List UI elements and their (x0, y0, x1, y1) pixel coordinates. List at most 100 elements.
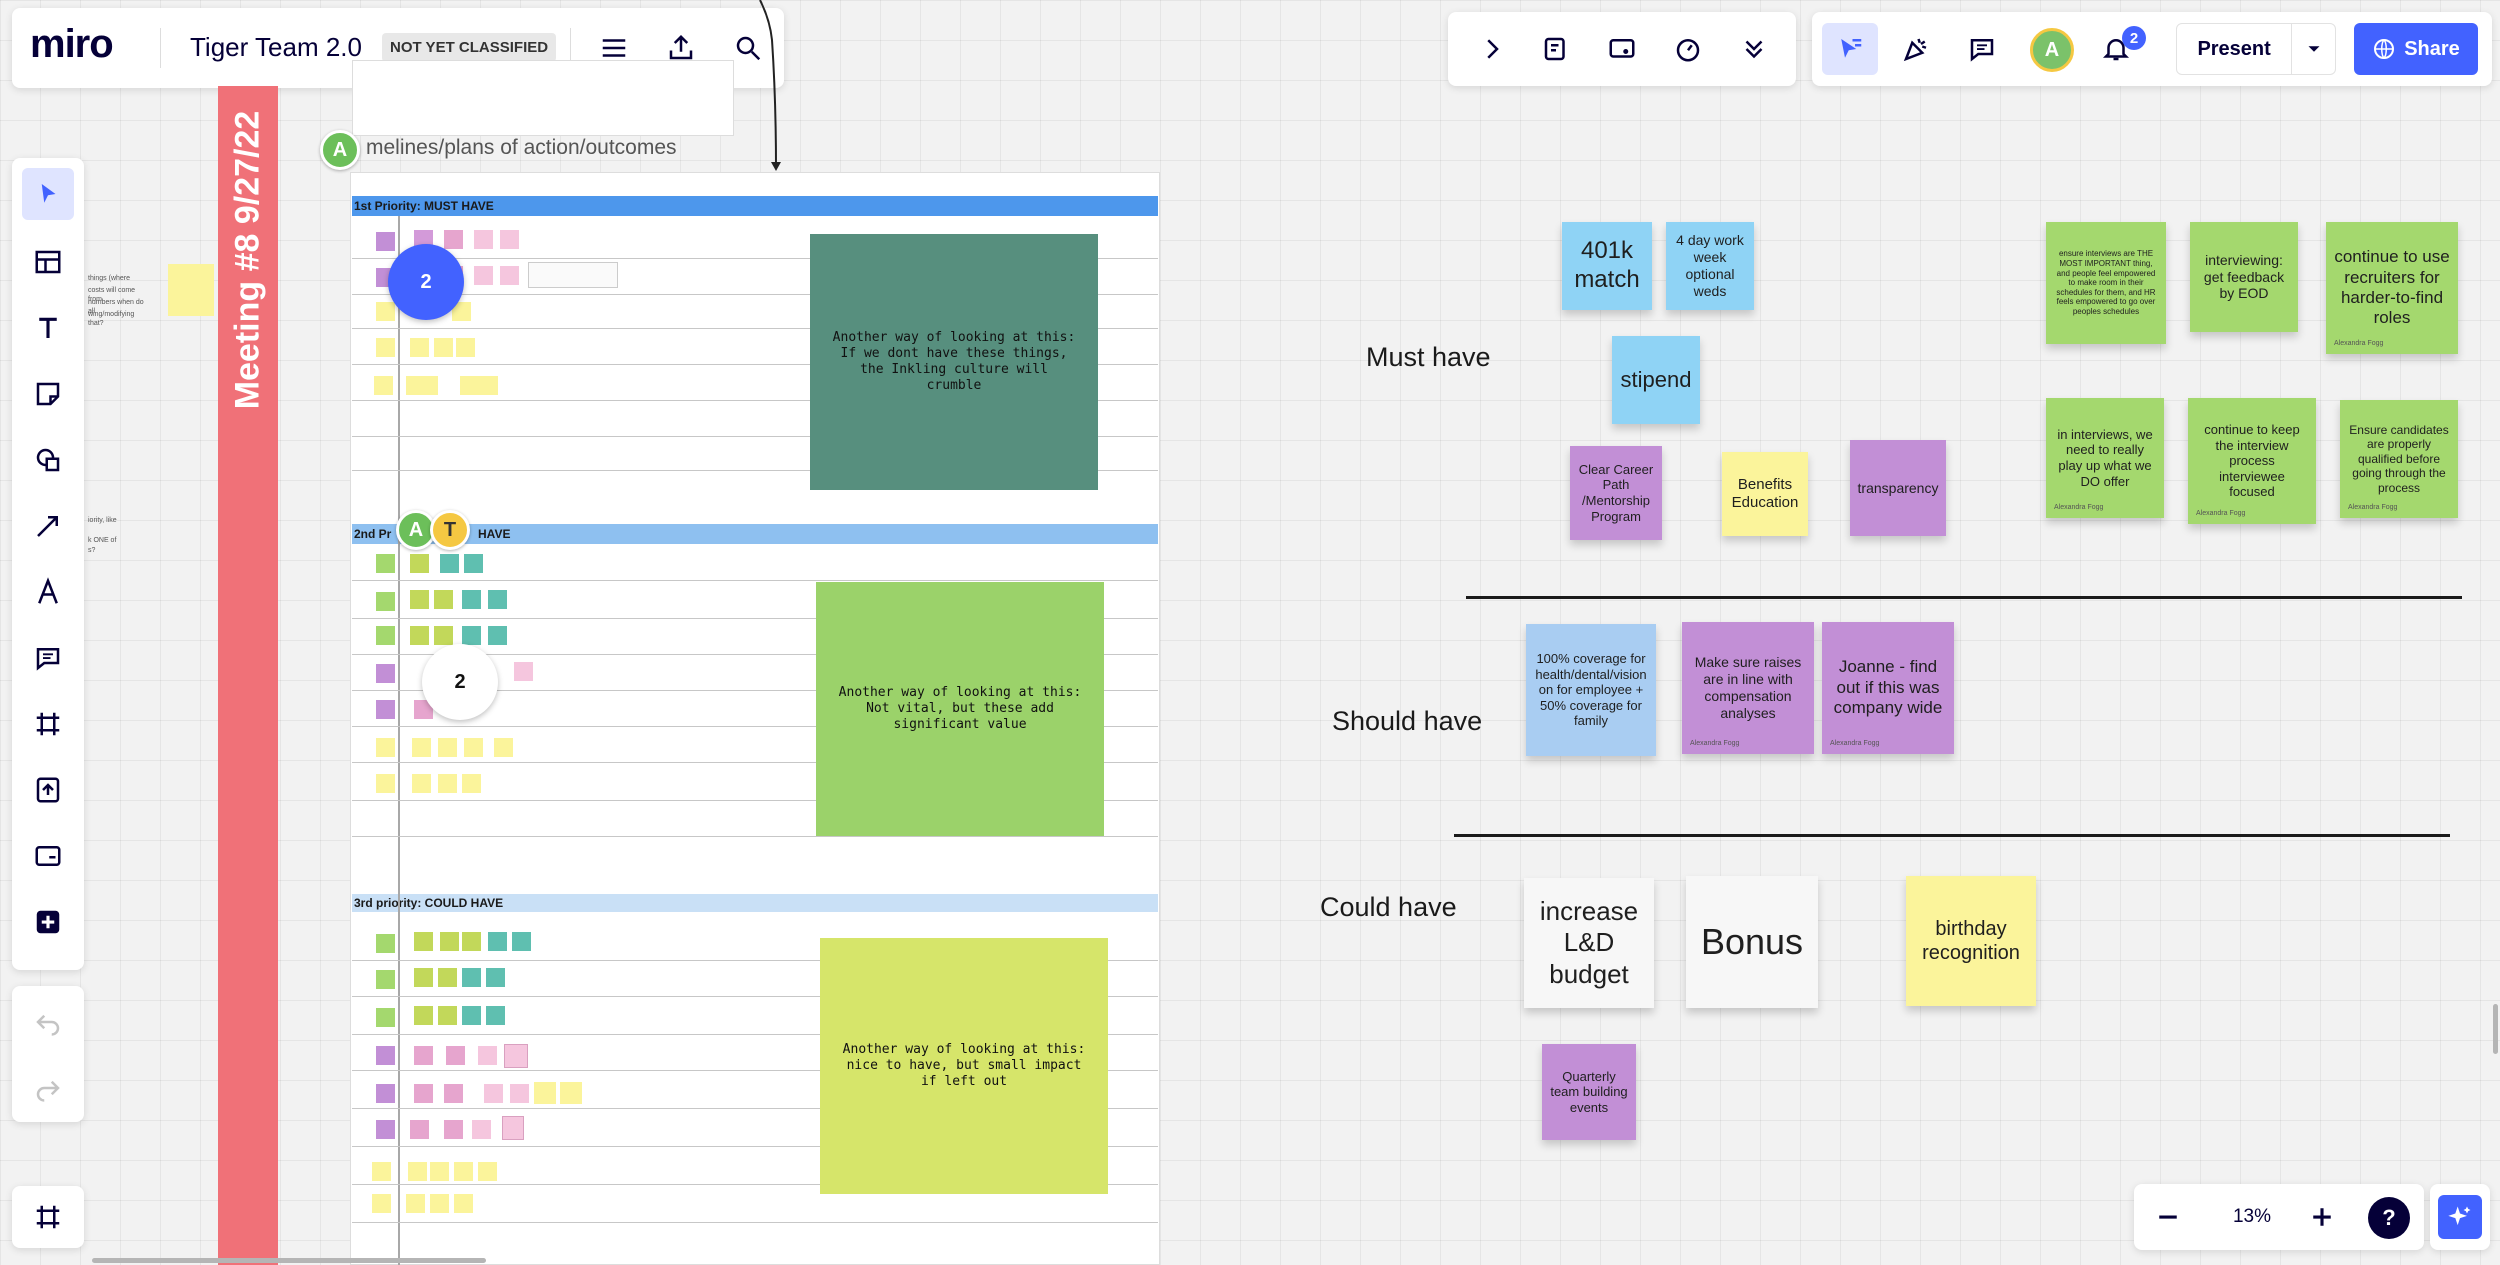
sticky-birthday-recognition[interactable]: birthday recognition (1906, 876, 2036, 1006)
mini-sticky[interactable] (464, 738, 483, 757)
mini-sticky[interactable] (372, 1162, 391, 1181)
mini-sticky[interactable] (408, 1162, 427, 1181)
cursor-select-icon[interactable] (1822, 23, 1878, 75)
sticky-benefits-education[interactable]: Benefits Education (1722, 452, 1808, 536)
mini-sticky[interactable] (462, 932, 481, 951)
mini-sticky[interactable] (410, 338, 429, 357)
mini-sticky[interactable] (486, 1006, 505, 1025)
templates-icon[interactable] (1534, 27, 1578, 71)
more-apps-plus-icon[interactable] (26, 900, 70, 944)
select-tool-icon[interactable] (22, 168, 74, 220)
mini-sticky[interactable] (560, 1082, 582, 1104)
mini-sticky[interactable] (440, 932, 459, 951)
sticky-401k-match[interactable]: 401k match (1562, 222, 1652, 310)
mini-sticky[interactable] (406, 376, 438, 395)
mini-sticky[interactable] (434, 590, 453, 609)
mini-sticky[interactable] (410, 1120, 429, 1139)
mini-sticky[interactable] (414, 968, 433, 987)
mini-sticky[interactable] (504, 1044, 528, 1068)
upload-tool-icon[interactable] (26, 768, 70, 812)
mini-sticky[interactable] (410, 590, 429, 609)
mini-sticky[interactable] (478, 1046, 497, 1065)
mini-sticky[interactable] (510, 1084, 529, 1103)
mini-sticky[interactable] (488, 932, 507, 951)
mini-sticky[interactable] (460, 376, 498, 395)
comment-count-badge[interactable]: 2 (388, 244, 464, 320)
mini-sticky[interactable] (500, 266, 519, 285)
could-have-explainer-box[interactable]: Another way of looking at this: nice to … (820, 938, 1108, 1194)
mini-sticky[interactable] (474, 230, 493, 249)
mini-sticky[interactable] (462, 968, 481, 987)
mini-sticky[interactable] (376, 338, 395, 357)
mini-sticky[interactable] (502, 1116, 524, 1140)
mini-sticky[interactable] (444, 230, 463, 249)
frame-tool-icon[interactable] (26, 702, 70, 746)
mini-sticky[interactable] (486, 968, 505, 987)
sticky-stipend[interactable]: stipend (1612, 336, 1700, 424)
redo-icon[interactable] (26, 1066, 70, 1110)
mini-sticky[interactable] (456, 338, 475, 357)
sticky-play-up[interactable]: in interviews, we need to really play up… (2046, 398, 2164, 518)
sticky-bonus[interactable]: Bonus (1686, 876, 1818, 1008)
should-have-heading[interactable]: Should have (1332, 706, 1482, 737)
mini-sticky[interactable] (488, 590, 507, 609)
mini-sticky[interactable] (462, 1006, 481, 1025)
sticky-interviewing-feedback[interactable]: interviewing: get feedback by EOD (2190, 222, 2298, 332)
mini-sticky[interactable] (462, 626, 481, 645)
sticky-raises[interactable]: Make sure raises are in line with compen… (1682, 622, 1814, 754)
sticky-joanne[interactable]: Joanne - find out if this was company wi… (1822, 622, 1954, 754)
sticky-recruiters[interactable]: continue to use recruiters for harder-to… (2326, 222, 2458, 354)
mini-sticky[interactable] (430, 1194, 449, 1213)
must-have-heading[interactable]: Must have (1366, 342, 1491, 373)
mini-sticky[interactable] (494, 738, 513, 757)
mini-sticky[interactable] (376, 970, 395, 989)
mini-sticky[interactable] (454, 1194, 473, 1213)
should-have-explainer-box[interactable]: Another way of looking at this: Not vita… (816, 582, 1104, 836)
mini-image-card[interactable] (528, 262, 618, 288)
must-have-explainer-box[interactable]: Another way of looking at this: If we do… (810, 234, 1098, 490)
sticky-interviewee-focused[interactable]: continue to keep the interview process i… (2188, 398, 2316, 524)
mini-sticky[interactable] (434, 338, 453, 357)
mini-sticky[interactable] (376, 302, 395, 321)
mini-sticky[interactable] (376, 592, 395, 611)
mini-sticky[interactable] (478, 1162, 497, 1181)
celebrate-icon[interactable] (1894, 27, 1938, 71)
mini-sticky[interactable] (414, 932, 433, 951)
undo-icon[interactable] (26, 1000, 70, 1044)
zoom-level[interactable]: 13% (2212, 1206, 2292, 1228)
mini-sticky[interactable] (438, 968, 457, 987)
frame-title[interactable]: melines/plans of action/outcomes (366, 136, 677, 160)
miro-logo[interactable]: miro (30, 22, 114, 67)
frames-panel-button[interactable] (12, 1186, 84, 1248)
mini-sticky[interactable] (376, 934, 395, 953)
sticky-team-building[interactable]: Quarterly team building events (1542, 1044, 1636, 1140)
mini-sticky[interactable] (438, 1006, 457, 1025)
sticky-ld-budget[interactable]: increase L&D budget (1524, 878, 1654, 1008)
mini-sticky[interactable] (444, 1120, 463, 1139)
mini-sticky[interactable] (412, 738, 431, 757)
mini-sticky[interactable] (376, 738, 395, 757)
mini-sticky[interactable] (414, 1084, 433, 1103)
mini-sticky[interactable] (376, 664, 395, 683)
card-tool-icon[interactable] (26, 834, 70, 878)
mini-sticky[interactable] (412, 774, 431, 793)
help-button[interactable]: ? (2368, 1197, 2410, 1239)
present-button[interactable]: Present (2176, 23, 2336, 75)
mini-sticky[interactable] (376, 626, 395, 645)
share-button[interactable]: Share (2354, 23, 2478, 75)
mini-sticky[interactable] (376, 554, 395, 573)
mini-sticky[interactable] (376, 1008, 395, 1027)
mini-sticky[interactable] (438, 738, 457, 757)
sticky-ensure-interviews[interactable]: ensure interviews are THE MOST IMPORTANT… (2046, 222, 2166, 344)
mini-sticky[interactable] (406, 1194, 425, 1213)
mini-sticky[interactable] (414, 1006, 433, 1025)
mini-sticky[interactable] (440, 554, 459, 573)
comment-tool-icon[interactable] (26, 636, 70, 680)
classification-badge[interactable]: NOT YET CLASSIFIED (382, 33, 557, 62)
screen-share-icon[interactable] (1600, 27, 1644, 71)
zoom-out-icon[interactable] (2146, 1195, 2190, 1239)
mini-sticky[interactable] (414, 1046, 433, 1065)
mini-sticky[interactable] (512, 932, 531, 951)
mini-sticky[interactable] (488, 626, 507, 645)
mini-sticky[interactable] (376, 700, 395, 719)
